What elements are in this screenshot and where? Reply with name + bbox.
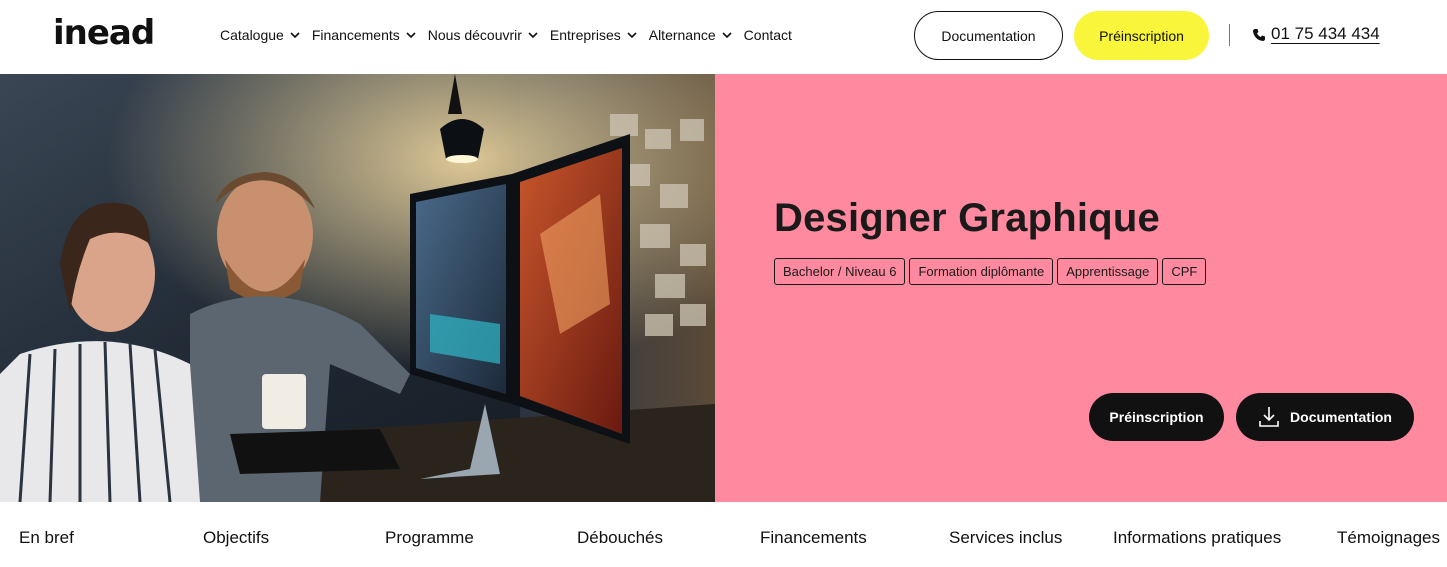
logo[interactable]: inead — [53, 13, 155, 53]
tab-programme[interactable]: Programme — [385, 528, 474, 548]
hero-documentation-button[interactable]: Documentation — [1236, 393, 1414, 441]
nav-item-contact[interactable]: Contact — [744, 27, 792, 43]
page-title: Designer Graphique — [774, 196, 1160, 240]
nav-item-entreprises[interactable]: Entreprises — [550, 27, 637, 43]
nav-item-label: Entreprises — [549, 27, 621, 43]
chevron-down-icon — [722, 30, 732, 40]
tab-debouches[interactable]: Débouchés — [577, 528, 663, 548]
chevron-down-icon — [290, 30, 300, 40]
nav-item-label: Financements — [311, 27, 400, 43]
nav-item-label: Alternance — [648, 27, 716, 43]
nav-item-nous-decouvrir[interactable]: Nous découvrir — [428, 27, 538, 43]
tab-objectifs[interactable]: Objectifs — [203, 528, 269, 548]
nav-item-financements[interactable]: Financements — [312, 27, 416, 43]
hero-documentation-label: Documentation — [1290, 409, 1392, 425]
tab-informations-pratiques[interactable]: Informations pratiques — [1113, 528, 1281, 548]
nav-item-catalogue[interactable]: Catalogue — [220, 27, 300, 43]
preinscription-button[interactable]: Préinscription — [1074, 11, 1209, 60]
tab-temoignages[interactable]: Témoignages — [1337, 528, 1440, 548]
documentation-button[interactable]: Documentation — [914, 11, 1063, 60]
download-icon — [1258, 405, 1280, 429]
section-tabs: En bref Objectifs Programme Débouchés Fi… — [0, 502, 1447, 567]
tag: Bachelor / Niveau 6 — [774, 258, 906, 285]
photo-two-people-at-editing-monitors-icon — [0, 74, 715, 502]
tag: Apprentissage — [1057, 258, 1159, 285]
header-divider — [1229, 24, 1230, 46]
phone-number: 01 75 434 434 — [1271, 24, 1380, 43]
nav-item-alternance[interactable]: Alternance — [649, 27, 732, 43]
chevron-down-icon — [528, 30, 538, 40]
tag: Formation diplômante — [909, 258, 1054, 285]
tab-financements[interactable]: Financements — [760, 528, 867, 548]
phone-icon — [1252, 27, 1266, 41]
nav-item-label: Contact — [743, 27, 792, 43]
logo-text: inead — [53, 13, 155, 53]
tag: CPF — [1162, 258, 1207, 285]
main-nav: Catalogue Financements Nous découvrir En… — [220, 26, 804, 44]
tag-list: Bachelor / Niveau 6 Formation diplômante… — [774, 258, 1210, 285]
chevron-down-icon — [406, 30, 416, 40]
hero-panel: Designer Graphique Bachelor / Niveau 6 F… — [715, 74, 1447, 502]
site-header: inead Catalogue Financements Nous découv… — [0, 0, 1447, 74]
nav-item-label: Nous découvrir — [427, 27, 522, 43]
hero-image — [0, 74, 715, 502]
tab-services-inclus[interactable]: Services inclus — [949, 528, 1062, 548]
nav-item-label: Catalogue — [220, 27, 284, 43]
chevron-down-icon — [627, 30, 637, 40]
hero-preinscription-button[interactable]: Préinscription — [1089, 393, 1224, 441]
phone-link[interactable]: 01 75 434 434 — [1252, 24, 1380, 44]
tab-en-bref[interactable]: En bref — [19, 528, 74, 548]
